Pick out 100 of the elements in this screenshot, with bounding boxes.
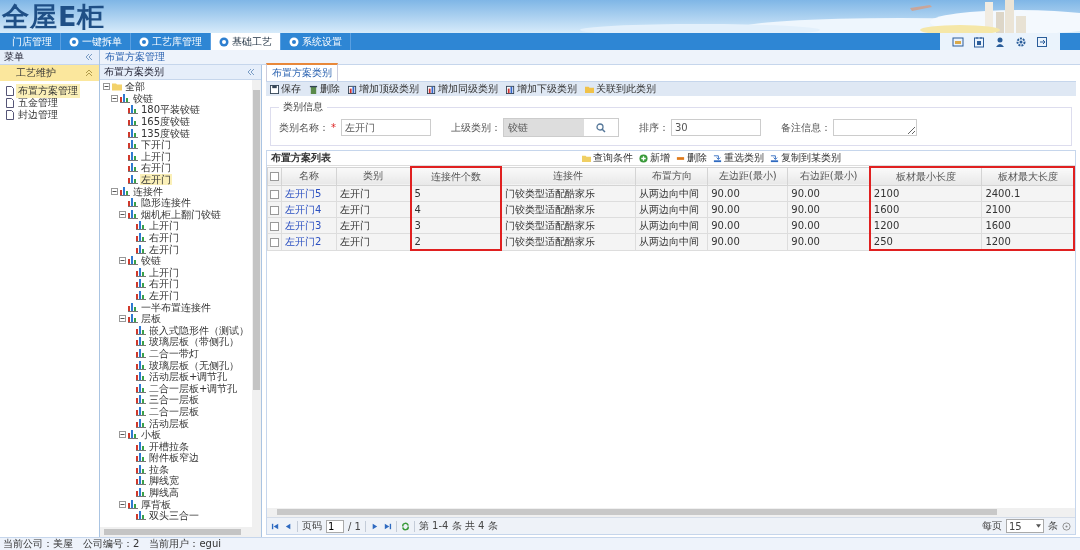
list-action-button[interactable]: 复制到某类别 — [770, 151, 841, 165]
minus-box-icon[interactable] — [119, 315, 126, 323]
tree-item[interactable]: 上开门 — [140, 150, 172, 162]
editor-tab[interactable]: 布置方案类别 — [266, 63, 338, 81]
last-page-icon[interactable] — [382, 521, 392, 531]
name-link[interactable]: 左开门5 — [281, 185, 337, 202]
column-header[interactable]: 板材最大长度 — [981, 167, 1074, 186]
tree-item[interactable]: 右开门 — [148, 278, 180, 290]
tree-item[interactable]: 层板 — [140, 313, 162, 325]
tree-item[interactable]: 附件板窄边 — [148, 452, 200, 464]
tree-item[interactable]: 165度铰链 — [140, 116, 192, 128]
page-input[interactable]: 1 — [326, 519, 344, 533]
tree-item[interactable]: 铰链 — [140, 255, 162, 267]
page-size-select[interactable]: 15 — [1006, 519, 1044, 533]
collapse-icon[interactable] — [85, 53, 93, 61]
tree-item[interactable]: 左开门 — [140, 174, 172, 186]
toolbar-button[interactable]: 增加顶级类别 — [346, 82, 421, 96]
minus-box-icon[interactable] — [119, 431, 126, 439]
tree-item[interactable]: 右开门 — [148, 232, 180, 243]
minus-box-icon[interactable] — [111, 94, 118, 102]
settings-icon[interactable] — [1015, 35, 1027, 48]
list-action-button[interactable]: 查询条件 — [582, 151, 633, 165]
checkbox[interactable] — [270, 221, 279, 231]
minus-box-icon[interactable] — [119, 210, 126, 218]
tree-item[interactable]: 烟机柜上翻门铰链 — [140, 208, 222, 220]
tree-item[interactable]: 右开门 — [140, 162, 172, 174]
help-icon[interactable] — [1062, 521, 1071, 531]
tree-item[interactable]: 隐形连接件 — [140, 197, 192, 209]
minus-box-icon[interactable] — [111, 187, 118, 195]
window-icon[interactable] — [952, 35, 964, 48]
refresh-icon[interactable] — [400, 521, 410, 531]
column-header[interactable]: 布置方向 — [635, 167, 708, 186]
toolbar-button[interactable]: 保存 — [268, 82, 303, 96]
input-field[interactable]: 左开门 — [341, 119, 431, 136]
tree-item[interactable]: 上开门 — [148, 266, 180, 278]
tree-item[interactable]: 开槽拉条 — [148, 440, 190, 452]
user-icon[interactable] — [994, 35, 1006, 48]
checkbox[interactable] — [270, 237, 279, 247]
tree-item[interactable]: 铰链 — [132, 92, 154, 104]
first-page-icon[interactable] — [271, 521, 280, 531]
scrollbar[interactable] — [100, 527, 261, 537]
lookup-field[interactable]: 铰链 — [503, 118, 619, 137]
tree-item[interactable]: 厚背板 — [140, 498, 172, 510]
menu-item[interactable]: 五金管理 — [16, 96, 60, 110]
tree-item[interactable]: 二合一带灯 — [148, 347, 200, 359]
input-field[interactable] — [833, 119, 917, 136]
tree-item[interactable]: 135度铰链 — [140, 127, 192, 139]
toolbar-button[interactable]: 删除 — [307, 82, 342, 96]
toolbar-button[interactable]: 关联到此类别 — [583, 82, 658, 96]
tree-item[interactable]: 二合一层板 — [148, 405, 200, 417]
column-header[interactable]: 板材最小长度 — [869, 167, 982, 186]
list-action-button[interactable]: 重选类别 — [713, 151, 764, 165]
checkbox[interactable] — [270, 205, 279, 215]
exit-icon[interactable] — [1036, 35, 1048, 48]
minus-box-icon[interactable] — [119, 257, 126, 265]
toolbar-button[interactable]: 增加下级类别 — [504, 82, 579, 96]
checkbox[interactable] — [270, 172, 279, 182]
search-icon[interactable] — [596, 122, 606, 133]
collapse-icon[interactable] — [247, 68, 255, 76]
toolbar-button[interactable]: 增加同级类别 — [425, 82, 500, 96]
scrollbar[interactable] — [252, 80, 261, 527]
calendar-icon[interactable] — [973, 35, 985, 48]
list-action-button[interactable]: 新增 — [639, 151, 670, 165]
tree-item[interactable]: 脚线高 — [148, 487, 180, 499]
tree-item[interactable]: 180平装铰链 — [140, 104, 202, 116]
tree-item[interactable]: 连接件 — [132, 185, 164, 197]
column-header[interactable]: 连接件个数 — [410, 167, 501, 186]
minus-box-icon[interactable] — [119, 500, 126, 508]
column-header[interactable]: 右边距(最小) — [787, 167, 870, 186]
checkbox[interactable] — [270, 189, 279, 199]
menu-item[interactable]: 封边管理 — [16, 108, 60, 122]
list-action-button[interactable]: 删除 — [676, 151, 707, 165]
tree-item[interactable]: 下开门 — [140, 139, 172, 151]
tree-item[interactable]: 左开门 — [148, 243, 180, 255]
previous-page-icon[interactable] — [284, 521, 293, 531]
tree-item[interactable]: 活动层板 — [148, 417, 190, 429]
tree-item[interactable]: 上开门 — [148, 220, 180, 232]
column-header[interactable]: 名称 — [281, 167, 337, 186]
tree-item[interactable]: 二合一层板+调节孔 — [148, 382, 239, 394]
tree-item[interactable]: 左开门 — [148, 290, 180, 301]
column-header[interactable]: 连接件 — [500, 167, 636, 186]
name-link[interactable]: 左开门4 — [281, 201, 337, 218]
tree-item[interactable]: 一半布置连接件 — [140, 301, 212, 313]
name-link[interactable]: 左开门3 — [281, 217, 337, 234]
tree-item[interactable]: 全部 — [124, 81, 146, 93]
name-link[interactable]: 左开门2 — [281, 233, 337, 250]
tree-item[interactable]: 三合一层板 — [148, 394, 200, 406]
input-field[interactable]: 30 — [671, 119, 761, 136]
column-header[interactable]: 类别 — [336, 167, 411, 186]
tree-item[interactable]: 活动层板+调节孔 — [148, 371, 229, 383]
minus-box-icon[interactable] — [103, 83, 110, 91]
menu-section[interactable]: 工艺维护 — [0, 65, 99, 81]
menu-item[interactable]: 布置方案管理 — [16, 84, 80, 98]
tree-item[interactable]: 拉条 — [148, 463, 170, 475]
nav-tab[interactable]: 基础工艺 — [211, 33, 281, 50]
column-header[interactable]: 左边距(最小) — [707, 167, 788, 186]
scrollbar[interactable] — [267, 508, 1075, 517]
tree-item[interactable]: 小板 — [140, 429, 162, 441]
tree-item[interactable]: 双头三合一 — [148, 510, 200, 522]
tree-item[interactable]: 脚线宽 — [148, 475, 180, 487]
